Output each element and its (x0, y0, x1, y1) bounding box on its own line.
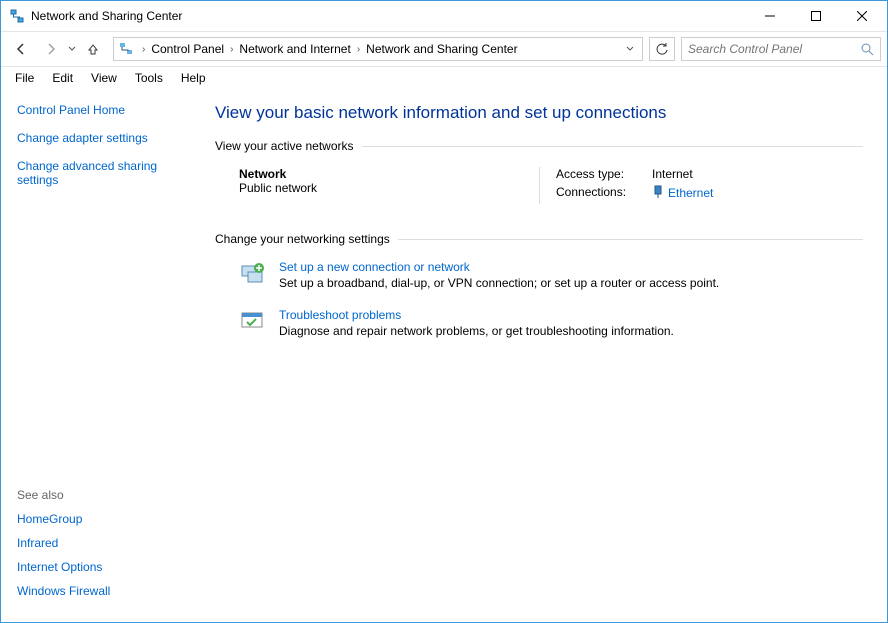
see-also-section: See also HomeGroup Infrared Internet Opt… (17, 488, 195, 608)
breadcrumb-item[interactable]: Network and Internet (237, 42, 352, 56)
recent-dropdown[interactable] (67, 45, 77, 53)
seealso-windows-firewall[interactable]: Windows Firewall (17, 584, 195, 598)
up-button[interactable] (79, 35, 107, 63)
seealso-internet-options[interactable]: Internet Options (17, 560, 195, 574)
window: Network and Sharing Center › Control Pan… (0, 0, 888, 623)
navigation-bar: › Control Panel › Network and Internet ›… (1, 31, 887, 67)
sidebar-link-advanced[interactable]: Change advanced sharing settings (17, 159, 195, 187)
active-networks-header: View your active networks (215, 139, 863, 153)
menu-bar: File Edit View Tools Help (1, 67, 887, 89)
page-heading: View your basic network information and … (215, 103, 863, 123)
new-connection-icon (239, 260, 267, 288)
sidebar-link-home[interactable]: Control Panel Home (17, 103, 195, 117)
connections-label: Connections: (556, 185, 636, 200)
content-body: Control Panel Home Change adapter settin… (1, 89, 887, 622)
task-desc: Diagnose and repair network problems, or… (279, 324, 674, 338)
active-network-block: Network Public network Access type: Inte… (239, 167, 863, 204)
maximize-button[interactable] (793, 1, 839, 31)
breadcrumb-item[interactable]: Network and Sharing Center (364, 42, 519, 56)
main-content: View your basic network information and … (211, 89, 887, 622)
network-name: Network (239, 167, 499, 181)
task-new-connection: Set up a new connection or network Set u… (239, 260, 863, 290)
task-troubleshoot: Troubleshoot problems Diagnose and repai… (239, 308, 863, 338)
task-desc: Set up a broadband, dial-up, or VPN conn… (279, 276, 719, 290)
change-settings-header: Change your networking settings (215, 232, 863, 246)
task-link-troubleshoot[interactable]: Troubleshoot problems (279, 308, 401, 322)
chevron-down-icon[interactable] (622, 45, 638, 53)
seealso-infrared[interactable]: Infrared (17, 536, 195, 550)
breadcrumb-item[interactable]: Control Panel (149, 42, 226, 56)
menu-tools[interactable]: Tools (127, 69, 171, 87)
control-panel-icon (118, 41, 134, 57)
search-input[interactable] (688, 42, 860, 56)
network-type: Public network (239, 181, 499, 195)
menu-help[interactable]: Help (173, 69, 214, 87)
search-icon[interactable] (860, 42, 874, 56)
troubleshoot-icon (239, 308, 267, 336)
address-bar[interactable]: › Control Panel › Network and Internet ›… (113, 37, 643, 61)
minimize-button[interactable] (747, 1, 793, 31)
titlebar: Network and Sharing Center (1, 1, 887, 31)
sidebar: Control Panel Home Change adapter settin… (1, 89, 211, 622)
connection-link[interactable]: Ethernet (668, 186, 713, 200)
menu-edit[interactable]: Edit (44, 69, 81, 87)
seealso-homegroup[interactable]: HomeGroup (17, 512, 195, 526)
window-controls (747, 1, 885, 31)
see-also-header: See also (17, 488, 195, 502)
menu-file[interactable]: File (7, 69, 42, 87)
chevron-right-icon[interactable]: › (138, 44, 149, 55)
access-type-label: Access type: (556, 167, 636, 181)
network-sharing-icon (9, 8, 25, 24)
forward-button[interactable] (37, 35, 65, 63)
refresh-button[interactable] (649, 37, 675, 61)
close-button[interactable] (839, 1, 885, 31)
access-type-value: Internet (652, 167, 693, 181)
task-link-new-connection[interactable]: Set up a new connection or network (279, 260, 470, 274)
search-box[interactable] (681, 37, 881, 61)
sidebar-link-adapter[interactable]: Change adapter settings (17, 131, 195, 145)
ethernet-icon (652, 185, 664, 199)
chevron-right-icon[interactable]: › (226, 44, 237, 55)
window-title: Network and Sharing Center (31, 9, 747, 23)
menu-view[interactable]: View (83, 69, 125, 87)
back-button[interactable] (7, 35, 35, 63)
chevron-right-icon[interactable]: › (353, 44, 364, 55)
